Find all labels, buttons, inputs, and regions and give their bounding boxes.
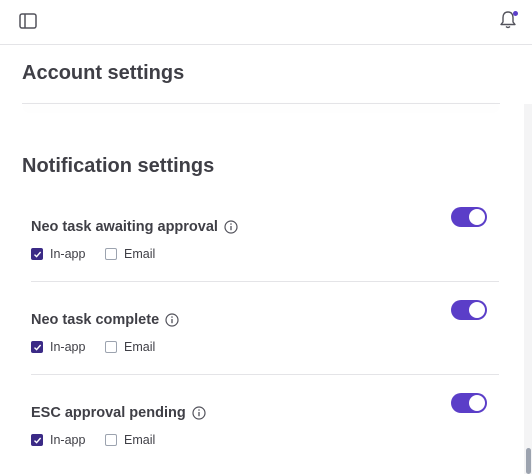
checkbox-checked-icon xyxy=(31,341,43,353)
toggle-knob xyxy=(469,302,485,318)
toggle-knob xyxy=(469,209,485,225)
notification-item-esc-approval-pending: ESC approval pending In-app Email xyxy=(31,393,499,467)
account-settings-title: Account settings xyxy=(22,62,185,84)
section-divider xyxy=(22,103,500,104)
unread-dot xyxy=(513,11,518,16)
in-app-label: In-app xyxy=(50,247,86,261)
in-app-checkbox[interactable]: In-app xyxy=(31,340,85,354)
email-label: Email xyxy=(124,247,156,261)
in-app-label: In-app xyxy=(50,433,86,447)
checkbox-unchecked-icon xyxy=(105,341,117,353)
notification-toggle[interactable] xyxy=(451,300,487,320)
notification-item-label-row: Neo task awaiting approval xyxy=(31,219,238,235)
notification-item-label: Neo task awaiting approval xyxy=(31,219,218,235)
email-label: Email xyxy=(124,340,156,354)
checkbox-checked-icon xyxy=(31,248,43,260)
info-icon[interactable] xyxy=(192,406,206,420)
scrollbar-track[interactable] xyxy=(524,104,532,474)
top-bar xyxy=(0,0,532,45)
notification-toggle[interactable] xyxy=(451,393,487,413)
checkbox-unchecked-icon xyxy=(105,248,117,260)
in-app-label: In-app xyxy=(50,340,86,354)
notification-toggle[interactable] xyxy=(451,207,487,227)
notification-item-label-row: ESC approval pending xyxy=(31,405,206,421)
notification-item-label: ESC approval pending xyxy=(31,405,186,421)
email-checkbox[interactable]: Email xyxy=(105,247,155,261)
checkbox-unchecked-icon xyxy=(105,434,117,446)
sidebar-toggle-icon[interactable] xyxy=(16,9,40,33)
in-app-checkbox[interactable]: In-app xyxy=(31,433,85,447)
notification-item-neo-task-complete: Neo task complete In-app Email xyxy=(31,300,499,375)
email-checkbox[interactable]: Email xyxy=(105,340,155,354)
notification-settings-title: Notification settings xyxy=(22,155,215,177)
email-label: Email xyxy=(124,433,156,447)
notification-item-neo-task-awaiting-approval: Neo task awaiting approval In-app Email xyxy=(31,207,499,282)
info-icon[interactable] xyxy=(224,220,238,234)
info-icon[interactable] xyxy=(165,313,179,327)
toggle-knob xyxy=(469,395,485,411)
email-checkbox[interactable]: Email xyxy=(105,433,155,447)
in-app-checkbox[interactable]: In-app xyxy=(31,247,85,261)
notification-bell-icon[interactable] xyxy=(496,8,520,32)
checkbox-checked-icon xyxy=(31,434,43,446)
scrollbar-thumb[interactable] xyxy=(526,448,531,474)
notification-item-label: Neo task complete xyxy=(31,312,160,328)
notification-item-label-row: Neo task complete xyxy=(31,312,179,328)
